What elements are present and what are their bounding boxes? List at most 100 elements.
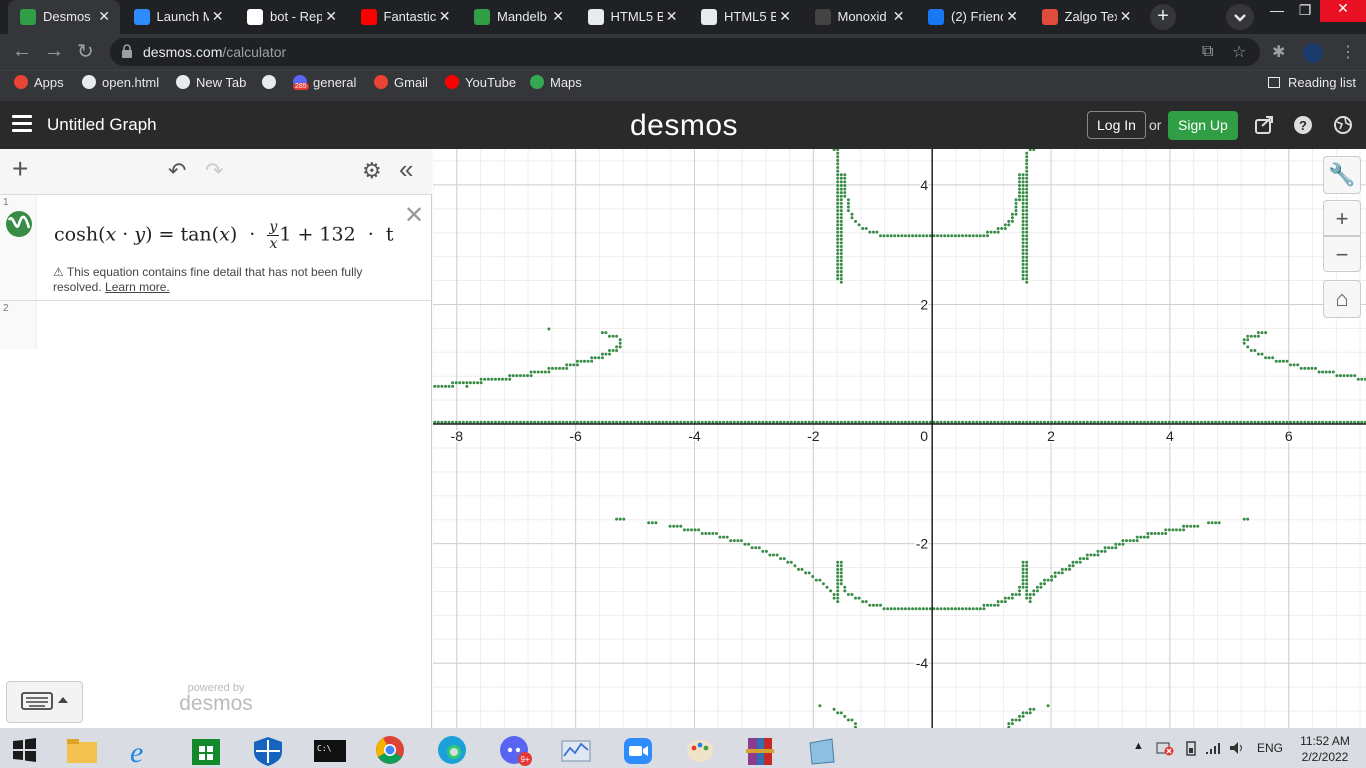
performance-monitor-icon[interactable] [552, 732, 600, 768]
browser-tab[interactable]: bot - Rep ✕ [235, 0, 347, 34]
curve-point [836, 600, 840, 604]
browser-tab[interactable]: Monoxid ✕ [803, 0, 915, 34]
hamburger-menu-icon[interactable] [12, 115, 32, 133]
bookmark-item[interactable]: general 285 [293, 75, 356, 90]
zoom-in-button[interactable]: + [1323, 200, 1361, 236]
tab-close-icon[interactable]: ✕ [779, 8, 791, 25]
tab-close-icon[interactable]: ✕ [98, 8, 110, 25]
tab-close-icon[interactable]: ✕ [325, 8, 337, 25]
curve-point [839, 230, 843, 234]
winrar-icon[interactable] [736, 732, 784, 768]
curve-point [836, 194, 840, 198]
bookmark-item[interactable]: New Tab [176, 75, 246, 90]
browser-tab[interactable]: Zalgo Tex ✕ [1030, 0, 1142, 34]
zoom-out-button[interactable]: − [1323, 236, 1361, 272]
browser-tab[interactable]: (2) Friend ✕ [916, 0, 1028, 34]
extensions-icon[interactable]: ✱ [1272, 42, 1285, 62]
windows-start-icon[interactable] [0, 732, 48, 768]
youtube-icon [445, 75, 459, 89]
curve-point [1249, 334, 1253, 338]
bookmark-item[interactable]: Maps [530, 75, 582, 90]
command-prompt-icon[interactable]: C:\ [306, 732, 354, 768]
discord-icon[interactable]: 9+ [490, 732, 538, 768]
browser-tab[interactable]: Launch M ✕ [122, 0, 234, 34]
collapse-panel-icon[interactable]: « [399, 156, 413, 182]
reading-list-button[interactable]: Reading list [1268, 75, 1356, 90]
tab-close-icon[interactable]: ✕ [666, 8, 678, 25]
address-bar[interactable]: desmos.com/calculator ⧉ ☆ [110, 38, 1260, 66]
bookmark-item[interactable]: Apps [14, 75, 64, 90]
microsoft-store-icon[interactable] [182, 732, 230, 768]
curve-point [1360, 377, 1364, 381]
empty-expression-row[interactable]: 2 [0, 301, 432, 349]
bookmark-item[interactable]: YouTube [445, 75, 516, 90]
reload-icon[interactable]: ↻ [77, 39, 94, 64]
language-indicator[interactable]: ENG [1257, 741, 1283, 755]
bookmark-item[interactable]: Gmail [374, 75, 428, 90]
share-icon[interactable]: ⧉ [1202, 43, 1213, 61]
back-icon[interactable]: ← [12, 40, 32, 63]
show-hidden-icons-chevron[interactable]: ▲ [1133, 740, 1144, 752]
notes-app-icon[interactable] [798, 732, 846, 768]
graph-settings-wrench-icon[interactable]: 🔧 [1323, 156, 1361, 194]
battery-icon[interactable] [1184, 740, 1198, 756]
curve-point [1021, 571, 1025, 575]
defender-shield-icon[interactable] [244, 732, 292, 768]
graph-color-toggle-icon[interactable] [4, 209, 34, 239]
signup-button[interactable]: Sign Up [1168, 111, 1238, 140]
tab-search-button[interactable] [1226, 4, 1254, 30]
tab-close-icon[interactable]: ✕ [212, 8, 224, 25]
tab-close-icon[interactable]: ✕ [1006, 8, 1018, 25]
edge-icon[interactable] [428, 732, 476, 768]
curve-point [836, 198, 840, 202]
file-explorer-icon[interactable] [58, 732, 106, 768]
add-expression-button[interactable]: + [12, 155, 28, 183]
volume-speaker-icon[interactable] [1228, 740, 1246, 756]
wifi-signal-icon[interactable] [1204, 740, 1222, 756]
help-icon[interactable]: ? [1293, 115, 1313, 135]
equation-text[interactable]: cosh(x · y) = tan(x) · yx1 + 132 · tan [54, 219, 394, 252]
chrome-icon[interactable] [366, 732, 414, 768]
curve-point [739, 539, 743, 543]
new-tab-button[interactable]: + [1150, 4, 1176, 30]
learn-more-link[interactable]: Learn more. [105, 280, 170, 294]
tab-close-icon[interactable]: ✕ [439, 8, 451, 25]
bookmark-item[interactable]: open.html [82, 75, 159, 90]
keyboard-toggle-button[interactable] [6, 681, 83, 723]
curve-point [1285, 359, 1289, 363]
browser-tab[interactable]: HTML5 B ✕ [576, 0, 688, 34]
share-graph-icon[interactable] [1254, 115, 1274, 135]
menu-kebab-icon[interactable]: ⋮ [1340, 42, 1356, 62]
tab-close-icon[interactable]: ✕ [552, 8, 564, 25]
window-close-button[interactable]: ✕ [1320, 0, 1366, 22]
internet-explorer-icon[interactable]: e [120, 732, 168, 768]
forward-icon[interactable]: → [44, 40, 64, 63]
settings-gear-icon[interactable]: ⚙ [362, 159, 382, 183]
delete-expression-icon[interactable]: ✕ [404, 201, 424, 230]
curve-point [839, 567, 843, 571]
browser-tab[interactable]: Fantastic ✕ [349, 0, 461, 34]
profile-avatar[interactable] [1303, 43, 1323, 63]
network-disconnected-icon[interactable] [1156, 740, 1174, 756]
tab-close-icon[interactable]: ✕ [893, 8, 905, 25]
undo-icon[interactable]: ↶ [168, 159, 186, 183]
login-button[interactable]: Log In [1087, 111, 1146, 139]
bookmark-item[interactable] [262, 75, 282, 90]
graph-svg[interactable]: -8 -6 -4 -2 0 2 4 6 4 2 -2 -4 [433, 149, 1366, 729]
expression-row[interactable]: 1 cosh(x · y) = tan(x) · yx1 + 132 · tan… [0, 195, 432, 301]
browser-tab[interactable]: Desmos | ✕ [8, 0, 120, 34]
taskbar-clock[interactable]: 11:52 AM 2/2/2022 [1294, 733, 1356, 765]
graph-canvas[interactable]: -8 -6 -4 -2 0 2 4 6 4 2 -2 -4 [433, 149, 1366, 729]
redo-icon[interactable]: ↷ [205, 159, 223, 183]
language-globe-icon[interactable] [1333, 115, 1353, 135]
paint-palette-icon[interactable] [676, 732, 724, 768]
graph-title[interactable]: Untitled Graph [47, 115, 157, 135]
zoom-app-icon[interactable] [614, 732, 662, 768]
curve-point [839, 711, 843, 715]
browser-tab[interactable]: Mandelb ✕ [462, 0, 574, 34]
default-view-home-icon[interactable]: ⌂ [1323, 280, 1361, 318]
bookmark-star-icon[interactable]: ☆ [1232, 42, 1246, 62]
curve-point [615, 517, 619, 521]
browser-tab[interactable]: HTML5 B ✕ [689, 0, 801, 34]
tab-close-icon[interactable]: ✕ [1120, 8, 1132, 25]
